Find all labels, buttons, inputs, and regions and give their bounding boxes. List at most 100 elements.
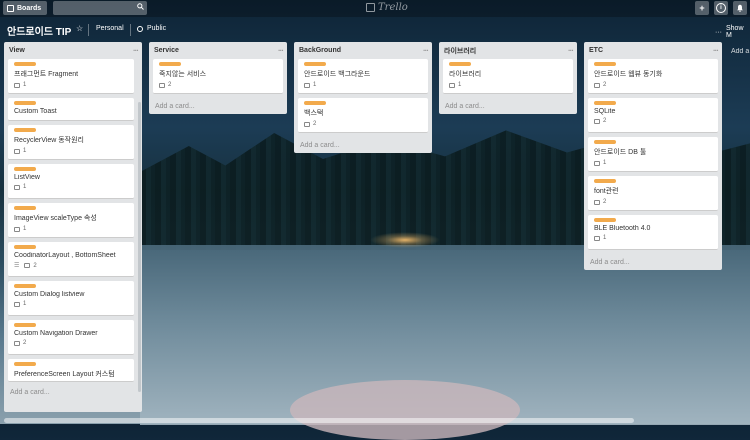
card[interactable]: Custom Toast [8, 98, 134, 121]
card-label [594, 62, 616, 66]
info-button[interactable]: i [714, 1, 728, 15]
card-label [594, 218, 616, 222]
list-menu-icon[interactable]: ··· [423, 46, 429, 55]
card-label [594, 140, 616, 144]
team-label: Personal [96, 25, 124, 32]
card[interactable]: PreferenceScreen Layout 커스텀 [8, 359, 134, 382]
comment-badge: 1 [304, 82, 423, 88]
card-label [304, 62, 326, 66]
list-title[interactable]: View [9, 47, 25, 54]
list-title[interactable]: BackGround [299, 47, 341, 54]
comment-icon [594, 235, 600, 241]
comment-count: 2 [603, 82, 607, 88]
board-title[interactable]: 안드로이드 TIP [7, 23, 71, 38]
card[interactable]: RecyclerView 동작원리 1 [8, 125, 134, 160]
card-title: 안드로이드 백그라운드 [304, 71, 371, 78]
card[interactable]: 프래그먼트 Fragment 1 [8, 59, 134, 94]
visibility-button[interactable]: Public [137, 25, 166, 32]
divider [130, 24, 131, 36]
comment-icon [304, 82, 310, 88]
list-menu-icon[interactable]: ··· [568, 46, 574, 55]
comment-count: 2 [23, 340, 27, 346]
card[interactable]: ListView 1 [8, 164, 134, 199]
list-menu-icon[interactable]: ··· [278, 46, 284, 55]
trello-logo-text: Trello [378, 2, 408, 13]
list-scrollbar[interactable] [138, 102, 141, 392]
add-card-button[interactable]: Add a card... [443, 98, 573, 114]
search-input[interactable] [53, 1, 147, 15]
team-visibility-button[interactable]: Personal [96, 25, 124, 32]
show-menu-label: Show M [726, 25, 744, 39]
list-menu-icon[interactable]: ··· [133, 46, 139, 55]
divider [88, 24, 89, 36]
comment-icon [14, 226, 20, 232]
card[interactable]: 안드로이드 백그라운드 1 [298, 59, 428, 94]
card-title: CoodinatorLayout , BottomSheet [14, 252, 116, 259]
card-label [14, 206, 36, 210]
comment-badge: ☰ 2 [14, 262, 129, 270]
comment-count: 1 [458, 82, 462, 88]
list-etc: ETC ··· 안드로이드 웹뷰 동기화 2 SQLite 2 안드로이드 DB 툴… [584, 42, 722, 270]
boards-button[interactable]: Boards [3, 1, 48, 15]
add-card-button[interactable]: Add a card... [153, 98, 283, 114]
boards-label: Boards [17, 4, 42, 12]
top-bar: Boards Trello + i [0, 0, 750, 17]
card[interactable]: 라이브러리 1 [443, 59, 573, 94]
card-title: ImageView scaleType 속성 [14, 215, 97, 222]
list-header[interactable]: Service ··· [153, 42, 284, 59]
trello-logo[interactable]: Trello [366, 2, 408, 13]
star-icon[interactable]: ☆ [76, 24, 83, 33]
card[interactable]: ImageView scaleType 속성 1 [8, 203, 134, 238]
list-menu-icon[interactable]: ··· [713, 46, 719, 55]
card-label [594, 179, 616, 183]
visibility-label: Public [147, 25, 167, 32]
card[interactable]: Custom Navigation Drawer 2 [8, 320, 134, 355]
card-label [14, 128, 36, 132]
card-title: 안드로이드 DB 툴 [594, 149, 647, 156]
list-title[interactable]: ETC [589, 47, 603, 54]
card-title: RecyclerView 동작원리 [14, 137, 84, 144]
card[interactable]: 안드로이드 웹뷰 동기화 2 [588, 59, 718, 94]
list-header[interactable]: BackGround ··· [298, 42, 429, 59]
notifications-button[interactable] [733, 1, 747, 15]
add-card-button[interactable]: Add a card... [298, 137, 428, 153]
add-card-button[interactable]: Add a card... [8, 384, 138, 400]
card-label [449, 62, 471, 66]
card[interactable]: 죽지않는 서비스 2 [153, 59, 283, 94]
list-header[interactable]: 라이브러리 ··· [443, 42, 574, 59]
list-title[interactable]: Service [154, 47, 179, 54]
comment-badge: 2 [14, 340, 129, 346]
card[interactable]: CoodinatorLayout , BottomSheet ☰ 2 [8, 242, 134, 277]
list-header[interactable]: ETC ··· [588, 42, 719, 59]
card[interactable]: 백스택 2 [298, 98, 428, 133]
comment-count: 2 [313, 121, 317, 127]
background-cabin-light [370, 232, 440, 248]
comment-count: 1 [23, 148, 27, 154]
card-title: 프래그먼트 Fragment [14, 71, 79, 78]
comment-badge: 1 [14, 148, 129, 154]
comment-badge: 1 [14, 226, 129, 232]
board-scrollbar[interactable] [4, 418, 634, 423]
add-card-button[interactable]: Add a card... [588, 254, 718, 270]
card[interactable]: SQLite 2 [588, 98, 718, 133]
card-label [14, 62, 36, 66]
card-label [14, 323, 36, 327]
show-menu-button[interactable]: ··· Show M [715, 25, 750, 39]
comment-icon [14, 301, 20, 307]
list-header[interactable]: View ··· [8, 42, 139, 59]
comment-count: 1 [23, 82, 27, 88]
card[interactable]: 안드로이드 DB 툴 1 [588, 137, 718, 172]
card[interactable]: BLE Bluetooth 4.0 1 [588, 215, 718, 250]
add-list-button[interactable]: Add a [731, 48, 749, 55]
card[interactable]: font관련 2 [588, 176, 718, 211]
board-header: 안드로이드 TIP ☆ Personal Public ··· Show M [0, 23, 750, 39]
background-rock [290, 380, 520, 440]
comment-badge: 2 [594, 118, 713, 124]
add-button[interactable]: + [695, 1, 709, 15]
list-title[interactable]: 라이브러리 [444, 46, 476, 56]
description-icon: ☰ [14, 263, 20, 269]
card[interactable]: Custom Dialog listview 1 [8, 281, 134, 316]
card-label [14, 101, 36, 105]
search-icon[interactable] [137, 3, 144, 10]
comment-icon [594, 160, 600, 166]
